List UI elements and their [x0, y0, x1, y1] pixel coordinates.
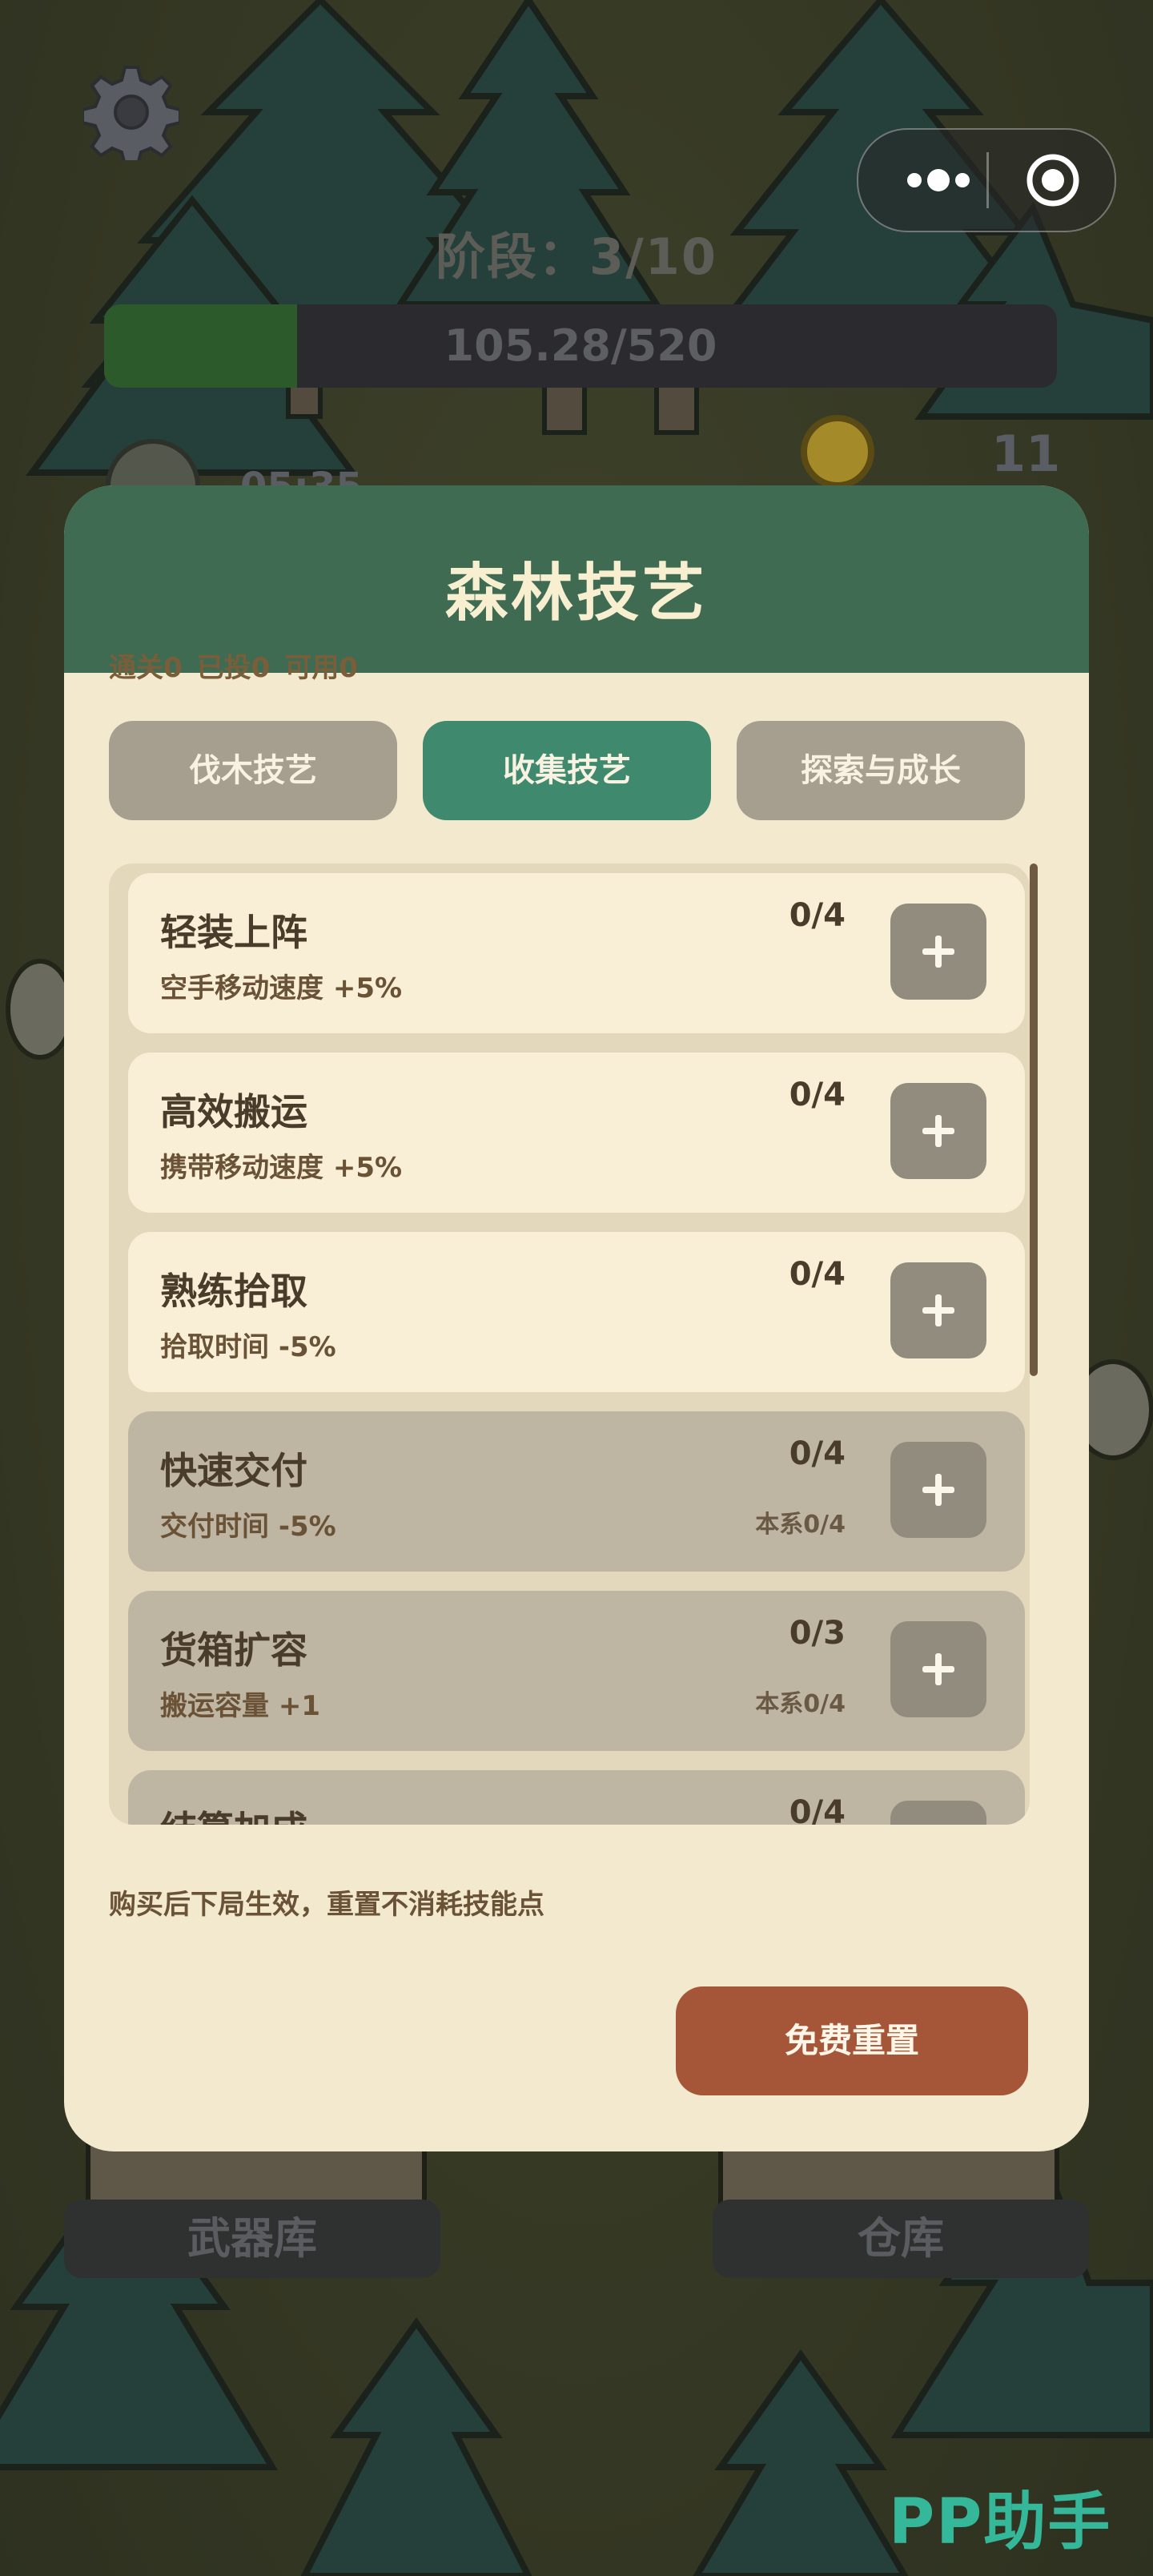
forest-skills-dialog: 森林技艺 通关0 已投0 可用0 伐木技艺 收集技艺 探索与成长 轻装上阵 空手移动…	[64, 485, 1089, 2151]
skill-points-summary: 通关0 已投0 可用0	[109, 646, 372, 685]
skill-level: 0/4	[789, 1794, 846, 1825]
dialog-title: 森林技艺	[444, 557, 708, 630]
skill-list-scrollbar[interactable]	[1030, 863, 1038, 1376]
warehouse-label[interactable]: 仓库	[713, 2200, 1089, 2278]
skill-level: 0/3	[789, 1615, 846, 1652]
skill-description: 拾取时间 -5%	[160, 1331, 336, 1363]
skill-row: 货箱扩容 搬运容量 +1 0/3 本系0/4	[128, 1591, 1025, 1751]
tab-logging-skills[interactable]: 伐木技艺	[109, 721, 397, 820]
skill-row: 结算加成 0/4	[128, 1770, 1025, 1825]
skill-description: 交付时间 -5%	[160, 1511, 336, 1543]
upgrade-plus-button[interactable]	[890, 904, 986, 1000]
skill-description: 携带移动速度 +5%	[160, 1152, 403, 1184]
skill-category-tabs: 伐木技艺 收集技艺 探索与成长	[109, 721, 1028, 820]
close-miniprogram-icon[interactable]	[1025, 152, 1081, 208]
skill-requirement: 本系0/4	[755, 1511, 846, 1539]
skill-row: 熟练拾取 拾取时间 -5% 0/4	[128, 1232, 1025, 1392]
skill-name: 轻装上阵	[160, 911, 307, 954]
skill-description: 搬运容量 +1	[160, 1690, 320, 1722]
skill-level: 0/4	[789, 897, 846, 934]
skill-name: 高效搬运	[160, 1090, 307, 1133]
skill-row: 高效搬运 携带移动速度 +5% 0/4	[128, 1053, 1025, 1213]
capsule-divider	[986, 152, 989, 208]
skill-level: 0/4	[789, 1256, 846, 1293]
purchase-tip: 购买后下局生效，重置不消耗技能点	[109, 1889, 544, 1921]
skill-level: 0/4	[789, 1077, 846, 1113]
resource-count: 11	[991, 425, 1061, 483]
cleared-count: 通关0	[109, 652, 183, 684]
armory-label[interactable]: 武器库	[64, 2200, 440, 2278]
stage-indicator: 阶段：3/10	[435, 227, 718, 286]
spent-points: 已投0	[196, 652, 271, 684]
settings-gear-icon[interactable]	[83, 64, 179, 160]
watermark-logo: PP助手	[889, 2486, 1112, 2558]
skill-row: 快速交付 交付时间 -5% 0/4 本系0/4	[128, 1411, 1025, 1572]
progress-text: 105.28/520	[444, 320, 717, 371]
free-reset-button[interactable]: 免费重置	[676, 1986, 1028, 2095]
upgrade-plus-button[interactable]	[890, 1621, 986, 1717]
upgrade-plus-button[interactable]	[890, 1262, 986, 1358]
skill-description: 空手移动速度 +5%	[160, 972, 403, 1004]
stage-progress-bar: 105.28/520	[104, 304, 1057, 388]
skill-name: 快速交付	[160, 1449, 307, 1492]
skill-requirement: 本系0/4	[755, 1690, 846, 1718]
skill-list[interactable]: 轻装上阵 空手移动速度 +5% 0/4 高效搬运 携带移动速度 +5% 0/4 …	[109, 863, 1030, 1825]
upgrade-plus-button[interactable]	[890, 1083, 986, 1179]
skill-level: 0/4	[789, 1435, 846, 1472]
tab-exploration-growth[interactable]: 探索与成长	[737, 721, 1025, 820]
tab-gathering-skills[interactable]: 收集技艺	[423, 721, 711, 820]
upgrade-plus-button[interactable]	[890, 1801, 986, 1825]
upgrade-plus-button[interactable]	[890, 1442, 986, 1538]
more-options-icon[interactable]	[890, 162, 986, 199]
skill-row: 轻装上阵 空手移动速度 +5% 0/4	[128, 873, 1025, 1033]
skill-name: 货箱扩容	[160, 1628, 307, 1672]
coin-icon	[801, 415, 874, 489]
skill-name: 熟练拾取	[160, 1270, 307, 1313]
available-points: 可用0	[284, 652, 359, 684]
skill-name: 结算加成	[160, 1801, 307, 1825]
